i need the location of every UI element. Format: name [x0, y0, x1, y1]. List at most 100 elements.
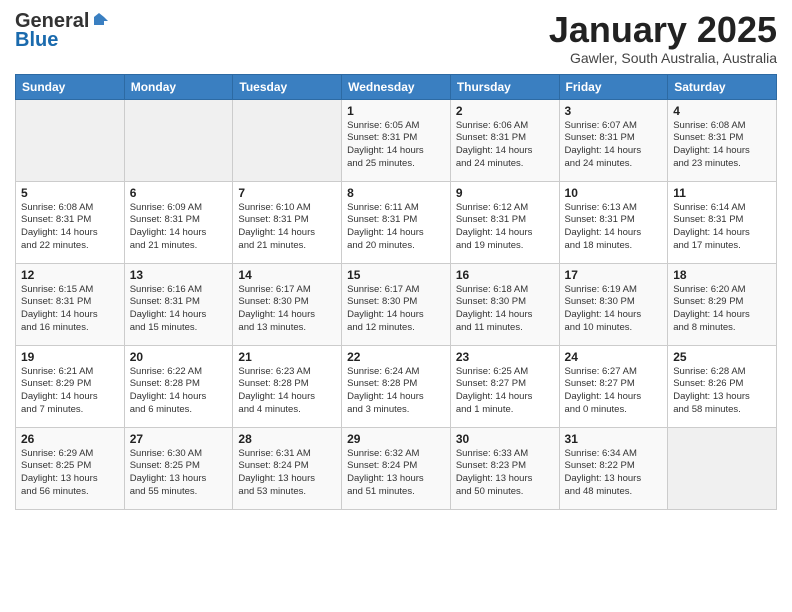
logo-icon — [90, 11, 108, 29]
day-cell: 19 Sunrise: 6:21 AM Sunset: 8:29 PM Dayli… — [16, 345, 125, 427]
day-number: 17 — [565, 268, 663, 282]
day-cell: 11 Sunrise: 6:14 AM Sunset: 8:31 PM Dayli… — [668, 181, 777, 263]
day-info: Sunrise: 6:14 AM Sunset: 8:31 PM Dayligh… — [673, 202, 771, 253]
day-cell: 23 Sunrise: 6:25 AM Sunset: 8:27 PM Dayli… — [450, 345, 559, 427]
location-title: Gawler, South Australia, Australia — [549, 50, 777, 66]
day-cell — [233, 99, 342, 181]
day-info: Sunrise: 6:27 AM Sunset: 8:27 PM Dayligh… — [565, 366, 663, 417]
day-info: Sunrise: 6:08 AM Sunset: 8:31 PM Dayligh… — [673, 120, 771, 171]
col-saturday: Saturday — [668, 74, 777, 99]
day-info: Sunrise: 6:13 AM Sunset: 8:31 PM Dayligh… — [565, 202, 663, 253]
day-number: 26 — [21, 432, 119, 446]
day-info: Sunrise: 6:22 AM Sunset: 8:28 PM Dayligh… — [130, 366, 228, 417]
day-number: 28 — [238, 432, 336, 446]
col-monday: Monday — [124, 74, 233, 99]
col-thursday: Thursday — [450, 74, 559, 99]
day-number: 1 — [347, 104, 445, 118]
day-number: 18 — [673, 268, 771, 282]
day-cell: 24 Sunrise: 6:27 AM Sunset: 8:27 PM Dayli… — [559, 345, 668, 427]
day-number: 24 — [565, 350, 663, 364]
logo: General Blue — [15, 10, 108, 52]
day-number: 21 — [238, 350, 336, 364]
day-cell: 4Sunrise: 6:08 AM Sunset: 8:31 PM Daylig… — [668, 99, 777, 181]
day-cell: 1 Sunrise: 6:05 AM Sunset: 8:31 PM Daylig… — [342, 99, 451, 181]
day-number: 8 — [347, 186, 445, 200]
day-number: 6 — [130, 186, 228, 200]
day-number: 23 — [456, 350, 554, 364]
week-row-5: 26 Sunrise: 6:29 AM Sunset: 8:25 PM Dayli… — [16, 427, 777, 509]
day-number: 20 — [130, 350, 228, 364]
day-info: Sunrise: 6:15 AM Sunset: 8:31 PM Dayligh… — [21, 284, 119, 335]
day-cell: 29 Sunrise: 6:32 AM Sunset: 8:24 PM Dayli… — [342, 427, 451, 509]
day-cell: 31Sunrise: 6:34 AM Sunset: 8:22 PM Dayli… — [559, 427, 668, 509]
day-cell: 8 Sunrise: 6:11 AM Sunset: 8:31 PM Daylig… — [342, 181, 451, 263]
day-number: 13 — [130, 268, 228, 282]
col-wednesday: Wednesday — [342, 74, 451, 99]
day-info: Sunrise: 6:06 AM Sunset: 8:31 PM Dayligh… — [456, 120, 554, 171]
day-info: Sunrise: 6:21 AM Sunset: 8:29 PM Dayligh… — [21, 366, 119, 417]
col-friday: Friday — [559, 74, 668, 99]
day-cell: 7 Sunrise: 6:10 AM Sunset: 8:31 PM Daylig… — [233, 181, 342, 263]
col-tuesday: Tuesday — [233, 74, 342, 99]
day-cell: 21 Sunrise: 6:23 AM Sunset: 8:28 PM Dayli… — [233, 345, 342, 427]
day-number: 29 — [347, 432, 445, 446]
day-cell: 14 Sunrise: 6:17 AM Sunset: 8:30 PM Dayli… — [233, 263, 342, 345]
day-info: Sunrise: 6:31 AM Sunset: 8:24 PM Dayligh… — [238, 448, 336, 499]
day-cell — [668, 427, 777, 509]
day-info: Sunrise: 6:10 AM Sunset: 8:31 PM Dayligh… — [238, 202, 336, 253]
day-info: Sunrise: 6:29 AM Sunset: 8:25 PM Dayligh… — [21, 448, 119, 499]
day-cell: 30 Sunrise: 6:33 AM Sunset: 8:23 PM Dayli… — [450, 427, 559, 509]
calendar-table: Sunday Monday Tuesday Wednesday Thursday… — [15, 74, 777, 510]
day-cell — [124, 99, 233, 181]
day-info: Sunrise: 6:32 AM Sunset: 8:24 PM Dayligh… — [347, 448, 445, 499]
day-cell: 22 Sunrise: 6:24 AM Sunset: 8:28 PM Dayli… — [342, 345, 451, 427]
week-row-4: 19 Sunrise: 6:21 AM Sunset: 8:29 PM Dayli… — [16, 345, 777, 427]
day-number: 5 — [21, 186, 119, 200]
day-info: Sunrise: 6:25 AM Sunset: 8:27 PM Dayligh… — [456, 366, 554, 417]
day-number: 7 — [238, 186, 336, 200]
day-info: Sunrise: 6:16 AM Sunset: 8:31 PM Dayligh… — [130, 284, 228, 335]
day-info: Sunrise: 6:23 AM Sunset: 8:28 PM Dayligh… — [238, 366, 336, 417]
day-number: 22 — [347, 350, 445, 364]
header-row: Sunday Monday Tuesday Wednesday Thursday… — [16, 74, 777, 99]
week-row-1: 1 Sunrise: 6:05 AM Sunset: 8:31 PM Daylig… — [16, 99, 777, 181]
day-info: Sunrise: 6:11 AM Sunset: 8:31 PM Dayligh… — [347, 202, 445, 253]
day-cell: 3Sunrise: 6:07 AM Sunset: 8:31 PM Daylig… — [559, 99, 668, 181]
page: General Blue January 2025 Gawler, South … — [0, 0, 792, 612]
day-cell: 2 Sunrise: 6:06 AM Sunset: 8:31 PM Daylig… — [450, 99, 559, 181]
day-info: Sunrise: 6:28 AM Sunset: 8:26 PM Dayligh… — [673, 366, 771, 417]
day-info: Sunrise: 6:18 AM Sunset: 8:30 PM Dayligh… — [456, 284, 554, 335]
week-row-3: 12 Sunrise: 6:15 AM Sunset: 8:31 PM Dayli… — [16, 263, 777, 345]
day-cell: 6Sunrise: 6:09 AM Sunset: 8:31 PM Daylig… — [124, 181, 233, 263]
day-info: Sunrise: 6:33 AM Sunset: 8:23 PM Dayligh… — [456, 448, 554, 499]
day-info: Sunrise: 6:30 AM Sunset: 8:25 PM Dayligh… — [130, 448, 228, 499]
day-info: Sunrise: 6:17 AM Sunset: 8:30 PM Dayligh… — [347, 284, 445, 335]
day-info: Sunrise: 6:08 AM Sunset: 8:31 PM Dayligh… — [21, 202, 119, 253]
day-number: 11 — [673, 186, 771, 200]
day-number: 27 — [130, 432, 228, 446]
day-info: Sunrise: 6:17 AM Sunset: 8:30 PM Dayligh… — [238, 284, 336, 335]
col-sunday: Sunday — [16, 74, 125, 99]
day-info: Sunrise: 6:05 AM Sunset: 8:31 PM Dayligh… — [347, 120, 445, 171]
day-number: 12 — [21, 268, 119, 282]
day-number: 19 — [21, 350, 119, 364]
day-cell: 25 Sunrise: 6:28 AM Sunset: 8:26 PM Dayli… — [668, 345, 777, 427]
day-cell — [16, 99, 125, 181]
day-number: 9 — [456, 186, 554, 200]
day-cell: 27 Sunrise: 6:30 AM Sunset: 8:25 PM Dayli… — [124, 427, 233, 509]
week-row-2: 5 Sunrise: 6:08 AM Sunset: 8:31 PM Daylig… — [16, 181, 777, 263]
day-cell: 15Sunrise: 6:17 AM Sunset: 8:30 PM Dayli… — [342, 263, 451, 345]
day-info: Sunrise: 6:12 AM Sunset: 8:31 PM Dayligh… — [456, 202, 554, 253]
day-number: 2 — [456, 104, 554, 118]
day-cell: 10Sunrise: 6:13 AM Sunset: 8:31 PM Dayli… — [559, 181, 668, 263]
day-number: 31 — [565, 432, 663, 446]
day-cell: 5 Sunrise: 6:08 AM Sunset: 8:31 PM Daylig… — [16, 181, 125, 263]
day-cell: 16Sunrise: 6:18 AM Sunset: 8:30 PM Dayli… — [450, 263, 559, 345]
day-number: 25 — [673, 350, 771, 364]
day-number: 14 — [238, 268, 336, 282]
day-info: Sunrise: 6:24 AM Sunset: 8:28 PM Dayligh… — [347, 366, 445, 417]
month-title: January 2025 — [549, 10, 777, 50]
day-info: Sunrise: 6:07 AM Sunset: 8:31 PM Dayligh… — [565, 120, 663, 171]
day-number: 30 — [456, 432, 554, 446]
day-info: Sunrise: 6:20 AM Sunset: 8:29 PM Dayligh… — [673, 284, 771, 335]
